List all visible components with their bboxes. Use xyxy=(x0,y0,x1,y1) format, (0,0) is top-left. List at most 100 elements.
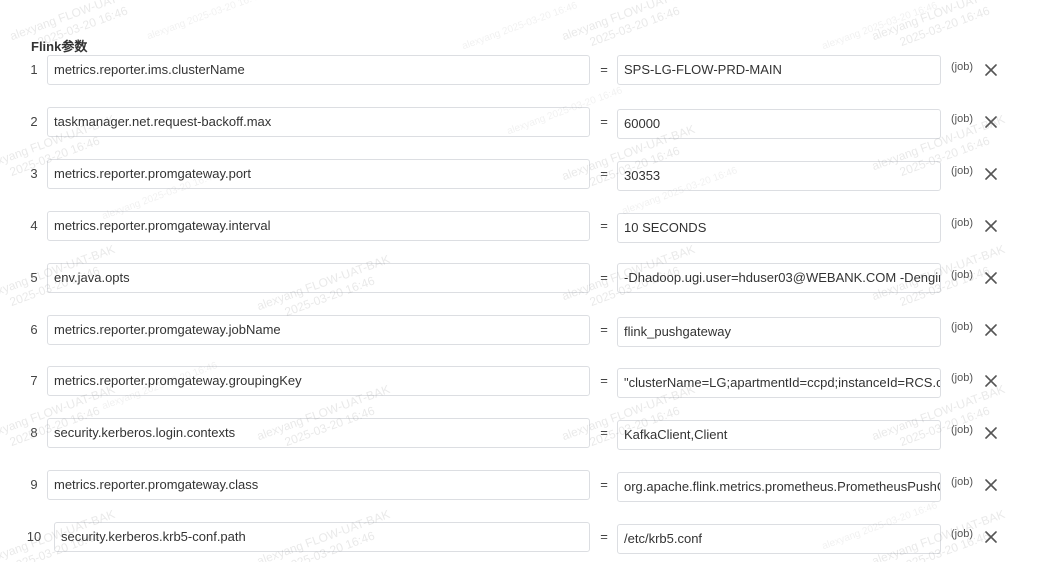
param-row: 5 env.java.opts = -Dhadoop.ugi.user=hduser0… xyxy=(0,263,1062,293)
watermark-time: 2025-03-20 16:46 xyxy=(185,0,264,28)
row-index: 10 xyxy=(26,529,42,544)
param-key-input[interactable]: metrics.reporter.promgateway.jobName xyxy=(47,315,590,345)
row-index: 8 xyxy=(30,425,38,440)
row-index: 6 xyxy=(30,322,38,337)
row-index: 4 xyxy=(30,218,38,233)
scope-tag: (job) xyxy=(951,528,974,540)
param-key-input[interactable]: metrics.reporter.promgateway.port xyxy=(47,159,590,189)
close-icon xyxy=(985,324,997,336)
watermark-user: alexyang xyxy=(820,28,863,53)
watermark-time: 2025-03-20 16:46 xyxy=(500,0,579,38)
watermark-time: 2025-03-20 16:46 xyxy=(860,0,939,38)
equals-sign: = xyxy=(600,270,608,285)
param-value-input[interactable]: 60000 xyxy=(617,109,941,139)
close-icon xyxy=(985,479,997,491)
param-key-input[interactable]: security.kerberos.krb5-conf.path xyxy=(54,522,590,552)
param-key-input[interactable]: env.java.opts xyxy=(47,263,590,293)
param-row: 1 metrics.reporter.ims.clusterName = SPS-LG… xyxy=(0,55,1062,85)
remove-param-button[interactable] xyxy=(982,366,1000,396)
remove-param-button[interactable] xyxy=(982,159,1000,189)
watermark-faint: alexyang 2025-03-20 16:46 xyxy=(460,0,580,54)
param-key-input[interactable]: metrics.reporter.promgateway.groupingKey xyxy=(47,366,590,396)
param-value-input[interactable]: "clusterName=LG;apartmentId=ccpd;instanc… xyxy=(617,368,941,398)
remove-param-button[interactable] xyxy=(982,418,1000,448)
watermark-env: FLOW-UAT-BAK xyxy=(918,0,1007,26)
equals-sign: = xyxy=(600,114,608,129)
section-title: Flink参数 xyxy=(31,39,88,54)
watermark-user: alexyang xyxy=(460,28,503,53)
row-index: 2 xyxy=(30,114,38,129)
param-key-input[interactable]: metrics.reporter.promgateway.class xyxy=(47,470,590,500)
equals-sign: = xyxy=(600,529,608,544)
watermark: alexyang FLOW-UAT-BAK2025-03-20 16:46 xyxy=(870,0,1012,58)
watermark-user: alexyang xyxy=(560,13,610,44)
remove-param-button[interactable] xyxy=(982,522,1000,552)
remove-param-button[interactable] xyxy=(982,211,1000,241)
watermark-faint: alexyang 2025-03-20 16:46 xyxy=(145,0,265,44)
close-icon xyxy=(985,375,997,387)
param-key-input[interactable]: taskmanager.net.request-backoff.max xyxy=(47,107,590,137)
remove-param-button[interactable] xyxy=(982,315,1000,345)
scope-tag: (job) xyxy=(951,321,974,333)
scope-tag: (job) xyxy=(951,217,974,229)
row-index: 3 xyxy=(30,166,38,181)
remove-param-button[interactable] xyxy=(982,470,1000,500)
param-value-input[interactable]: SPS-LG-FLOW-PRD-MAIN xyxy=(617,55,941,85)
row-index: 9 xyxy=(30,477,38,492)
close-icon xyxy=(985,116,997,128)
row-index: 5 xyxy=(30,270,38,285)
param-value-input[interactable]: KafkaClient,Client xyxy=(617,420,941,450)
close-icon xyxy=(985,272,997,284)
watermark-env: FLOW-UAT-BAK xyxy=(608,0,697,26)
remove-param-button[interactable] xyxy=(982,107,1000,137)
equals-sign: = xyxy=(600,477,608,492)
param-row: 7 metrics.reporter.promgateway.groupingKe… xyxy=(0,366,1062,398)
watermark-user: alexyang xyxy=(145,18,188,43)
close-icon xyxy=(985,168,997,180)
param-value-input[interactable]: 10 SECONDS xyxy=(617,213,941,243)
param-row: 8 security.kerberos.login.contexts = KafkaC… xyxy=(0,418,1062,450)
watermark-time: 2025-03-20 16:46 xyxy=(587,3,682,50)
param-value-input[interactable]: -Dhadoop.ugi.user=hduser03@WEBANK.COM -D… xyxy=(617,263,941,293)
flink-params-panel: Flink参数 1 metrics.reporter.ims.clusterNam… xyxy=(0,0,1062,562)
equals-sign: = xyxy=(600,322,608,337)
equals-sign: = xyxy=(600,373,608,388)
equals-sign: = xyxy=(600,166,608,181)
watermark-faint: alexyang 2025-03-20 16:46 xyxy=(820,0,940,54)
scope-tag: (job) xyxy=(951,372,974,384)
watermark-env: FLOW-UAT-BAK xyxy=(56,0,145,26)
row-index: 7 xyxy=(30,373,38,388)
scope-tag: (job) xyxy=(951,61,974,73)
scope-tag: (job) xyxy=(951,113,974,125)
param-value-input[interactable]: /etc/krb5.conf xyxy=(617,524,941,554)
param-row: 3 metrics.reporter.promgateway.port = 30353… xyxy=(0,159,1062,191)
param-key-input[interactable]: security.kerberos.login.contexts xyxy=(47,418,590,448)
param-row: 9 metrics.reporter.promgateway.class = org.… xyxy=(0,470,1062,502)
close-icon xyxy=(985,427,997,439)
param-row: 4 metrics.reporter.promgateway.interval = 1… xyxy=(0,211,1062,243)
scope-tag: (job) xyxy=(951,476,974,488)
scope-tag: (job) xyxy=(951,269,974,281)
watermark-time: 2025-03-20 16:46 xyxy=(897,3,992,50)
close-icon xyxy=(985,531,997,543)
close-icon xyxy=(985,64,997,76)
equals-sign: = xyxy=(600,218,608,233)
close-icon xyxy=(985,220,997,232)
equals-sign: = xyxy=(600,62,608,77)
equals-sign: = xyxy=(600,425,608,440)
scope-tag: (job) xyxy=(951,165,974,177)
watermark: alexyang FLOW-UAT-BAK2025-03-20 16:46 xyxy=(560,0,702,58)
param-row: 10 security.kerberos.krb5-conf.path = /etc/… xyxy=(0,522,1062,554)
row-index: 1 xyxy=(30,62,38,77)
remove-param-button[interactable] xyxy=(982,263,1000,293)
watermark-user: alexyang xyxy=(870,13,920,44)
param-value-input[interactable]: 30353 xyxy=(617,161,941,191)
scope-tag: (job) xyxy=(951,424,974,436)
param-key-input[interactable]: metrics.reporter.ims.clusterName xyxy=(47,55,590,85)
param-value-input[interactable]: org.apache.flink.metrics.prometheus.Prom… xyxy=(617,472,941,502)
param-value-input[interactable]: flink_pushgateway xyxy=(617,317,941,347)
param-key-input[interactable]: metrics.reporter.promgateway.interval xyxy=(47,211,590,241)
param-row: 6 metrics.reporter.promgateway.jobName = fl… xyxy=(0,315,1062,347)
remove-param-button[interactable] xyxy=(982,55,1000,85)
param-row: 2 taskmanager.net.request-backoff.max = 600… xyxy=(0,107,1062,139)
